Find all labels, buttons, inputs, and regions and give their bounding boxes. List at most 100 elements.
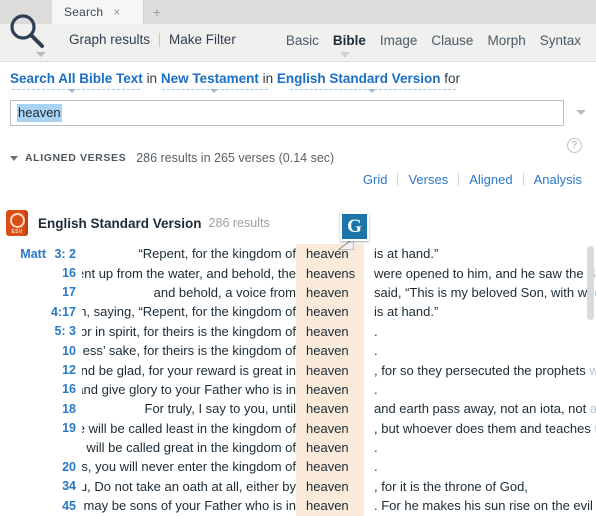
row-left-context-text: s and give glory to your Father who is i…	[82, 381, 296, 397]
table-row[interactable]: 17 and behold, a voice from heaven said, “T…	[0, 283, 596, 302]
row-left-context-text: ent up from the water, and behold, the	[82, 265, 296, 281]
row-keyword[interactable]: heaven	[302, 498, 370, 513]
query-in-1: in	[146, 71, 158, 86]
row-keyword[interactable]: heaven	[302, 401, 370, 416]
tab-label: Search	[64, 5, 104, 19]
row-keyword[interactable]: heaven	[302, 343, 370, 358]
table-row[interactable]: 20 es, you will never enter the kingdom o…	[0, 457, 596, 476]
scope-chevron-icon[interactable]	[68, 89, 76, 93]
row-left-context: “Repent, for the kingdom of	[82, 246, 302, 261]
row-reference[interactable]: 16	[46, 382, 82, 396]
row-reference[interactable]: 5: 3	[46, 324, 82, 338]
row-right-context: . For he makes his sun rise on the evil …	[370, 498, 596, 513]
tab-strip: Search × +	[0, 0, 596, 24]
table-row[interactable]: 34 ou, Do not take an oath at all, either…	[0, 477, 596, 496]
table-row[interactable]: 5: 3 oor in spirit, for theirs is the kin…	[0, 322, 596, 341]
row-reference[interactable]: 16	[46, 266, 82, 280]
table-row[interactable]: Matt 3: 2 “Repent, for the kingdom of heave…	[0, 244, 596, 263]
row-keyword[interactable]: heaven	[302, 363, 370, 378]
row-right-context: .	[370, 324, 596, 339]
row-reference[interactable]: 34	[46, 479, 82, 493]
row-left-context-text: and behold, a voice from	[153, 284, 296, 300]
greek-lemma-badge[interactable]: G	[340, 212, 369, 241]
aligned-verses-label[interactable]: ALIGNED VERSES	[25, 152, 126, 164]
version-name[interactable]: English Standard Version	[38, 216, 202, 231]
row-right-context-text: , for it is the throne of God,	[374, 478, 528, 494]
row-reference[interactable]: 19	[46, 421, 82, 435]
row-keyword[interactable]: heaven	[302, 382, 370, 397]
table-row[interactable]: 16 s and give glory to your Father who is…	[0, 380, 596, 399]
query-corpus-dropdown[interactable]: New Testament	[161, 71, 259, 86]
row-right-context: said, “This is my beloved Son, with who	[370, 285, 596, 300]
row-keyword[interactable]: heaven	[302, 479, 370, 494]
table-row[interactable]: 4:17 ch, saying, “Repent, for the kingdom…	[0, 302, 596, 321]
corpus-chevron-icon[interactable]	[210, 89, 218, 93]
search-input[interactable]: heaven	[10, 100, 564, 126]
row-left-context-text: ou, Do not take an oath at all, either b…	[82, 478, 296, 494]
row-right-context-text: , but whoever does them and teaches	[374, 420, 595, 436]
make-filter-button[interactable]: Make Filter	[160, 32, 245, 47]
version-result-count: 286 results	[208, 216, 270, 230]
close-icon[interactable]: ×	[111, 6, 122, 18]
query-version-dropdown[interactable]: English Standard Version	[277, 71, 441, 86]
book-icon-ring	[9, 213, 25, 228]
tab-syntax[interactable]: Syntax	[533, 33, 588, 48]
row-right-context: is at hand.”	[370, 246, 596, 261]
row-reference[interactable]: 3: 2	[46, 247, 82, 261]
search-history-chevron-icon[interactable]	[576, 110, 586, 115]
esv-book-icon[interactable]: ESV	[6, 210, 28, 236]
table-row[interactable]: 10 sness’ sake, for theirs is the kingdom…	[0, 341, 596, 360]
row-keyword[interactable]: heaven	[302, 459, 370, 474]
query-in-2: in	[262, 71, 274, 86]
row-keyword[interactable]: heaven	[302, 440, 370, 455]
graph-results-button[interactable]: Graph results	[60, 32, 159, 47]
row-keyword[interactable]: heaven	[302, 304, 370, 319]
view-tab-verses[interactable]: Verses	[398, 172, 458, 187]
query-scope-dropdown[interactable]: Search All Bible Text	[10, 71, 143, 86]
results-table[interactable]: Matt 3: 2 “Repent, for the kingdom of heave…	[0, 244, 596, 516]
row-reference[interactable]: 45	[46, 499, 82, 513]
row-keyword[interactable]: heaven	[302, 285, 370, 300]
tab-morph[interactable]: Morph	[480, 33, 532, 48]
row-reference[interactable]: 10	[46, 344, 82, 358]
tab-bible-wrap: Bible	[326, 32, 373, 58]
row-keyword[interactable]: heaven	[302, 324, 370, 339]
row-reference[interactable]: 17	[46, 285, 82, 299]
table-row[interactable]: 18 For truly, I say to you, until heaven an…	[0, 399, 596, 418]
table-row[interactable]: 19 ne will be called least in the kingdom…	[0, 419, 596, 438]
tab-search[interactable]: Search ×	[52, 0, 144, 24]
tab-basic[interactable]: Basic	[279, 33, 326, 48]
row-left-context: and behold, a voice from	[82, 285, 302, 300]
row-reference[interactable]: 4:17	[46, 305, 82, 319]
table-row[interactable]: 45 ou may be sons of your Father who is i…	[0, 496, 596, 515]
row-left-context: ou may be sons of your Father who is in	[82, 498, 302, 513]
new-tab-button[interactable]: +	[144, 0, 170, 24]
view-mode-tabs: Grid Verses Aligned Analysis	[353, 172, 592, 187]
version-chevron-icon[interactable]	[368, 89, 376, 93]
tab-clause[interactable]: Clause	[424, 33, 480, 48]
row-keyword[interactable]: heaven	[302, 246, 370, 261]
row-reference[interactable]: 20	[46, 460, 82, 474]
table-row[interactable]: 12 s and be glad, for your reward is grea…	[0, 360, 596, 379]
results-scrollbar-thumb[interactable]	[587, 246, 594, 320]
table-row[interactable]: 16 ent up from the water, and behold, the…	[0, 263, 596, 282]
row-right-context: .	[370, 440, 596, 455]
triangle-down-icon[interactable]	[10, 155, 18, 161]
view-tab-aligned[interactable]: Aligned	[459, 172, 522, 187]
row-keyword[interactable]: heaven	[302, 421, 370, 436]
search-input-value: heaven	[17, 104, 62, 122]
tab-bible[interactable]: Bible	[326, 33, 373, 48]
tab-image[interactable]: Image	[373, 33, 425, 48]
row-reference[interactable]: 12	[46, 363, 82, 377]
view-tab-grid[interactable]: Grid	[353, 172, 398, 187]
table-row[interactable]: m will be called great in the kingdom of…	[0, 438, 596, 457]
row-reference[interactable]: 18	[46, 402, 82, 416]
search-app-window: Search × + Graph results Make Filter Bas…	[0, 0, 596, 516]
row-keyword[interactable]: heavens	[302, 266, 370, 281]
row-right-context-text: .	[374, 459, 378, 475]
query-for: for	[444, 71, 460, 86]
top-chrome: Search × + Graph results Make Filter Bas…	[0, 0, 596, 62]
view-tab-analysis[interactable]: Analysis	[524, 172, 592, 187]
row-right-context: , for so they persecuted the prophets w	[370, 363, 596, 378]
row-right-context-text: and earth pass away, not an iota, not	[374, 401, 590, 417]
